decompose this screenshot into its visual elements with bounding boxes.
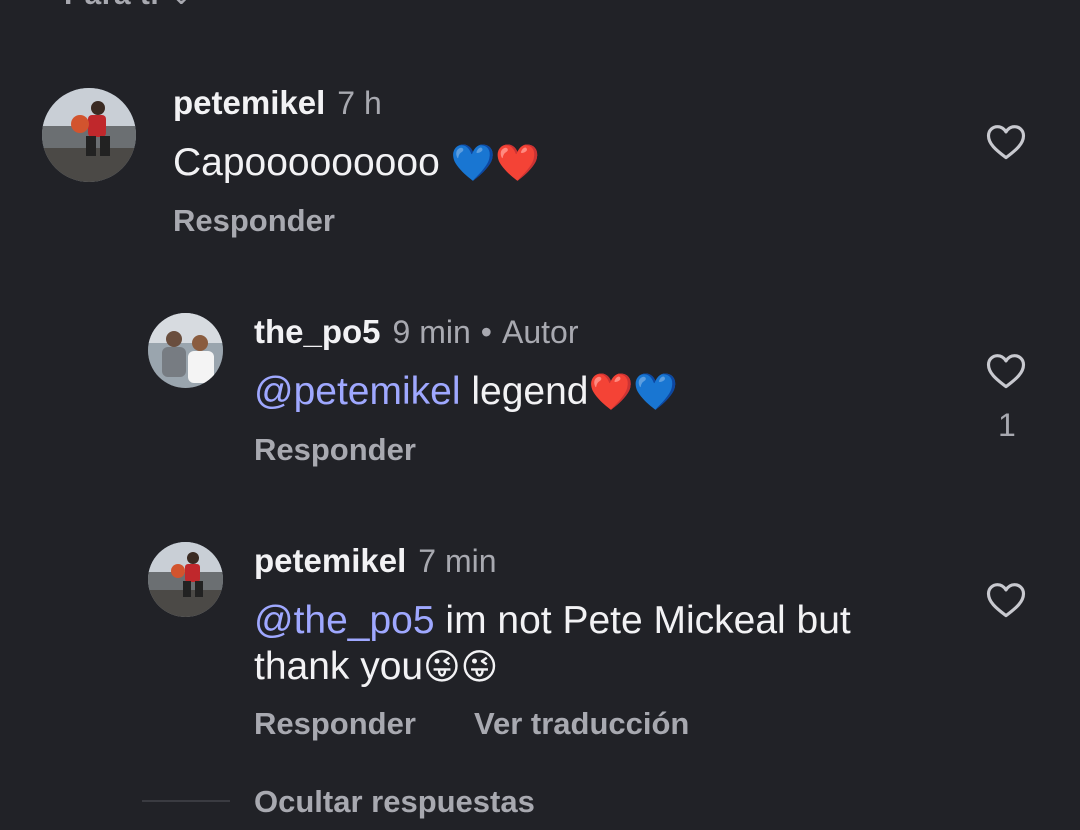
comment-text: @the_po5 im not Pete Mickeal but thank y… bbox=[254, 598, 851, 691]
emoji-hearts: 💙❤️ bbox=[450, 143, 541, 184]
author-badge: Autor bbox=[501, 314, 579, 350]
comments-thread: Para ti ⌄ petemikel 7 h Capooooooooo 💙❤️ R… bbox=[0, 0, 1080, 830]
sort-filter-label: Para ti bbox=[64, 0, 159, 11]
comment-body: legend bbox=[471, 370, 589, 413]
username[interactable]: the_po5 bbox=[254, 313, 381, 350]
comment-header: the_po5 9 min • Autor bbox=[254, 315, 578, 348]
username[interactable]: petemikel bbox=[254, 542, 406, 579]
avatar[interactable] bbox=[148, 313, 223, 388]
emoji-winking-tongue: 😜😜 bbox=[423, 647, 499, 688]
comment-body-line1: im not Pete Mickeal but bbox=[445, 599, 851, 642]
avatar-photo bbox=[42, 88, 136, 182]
hide-replies-divider bbox=[142, 800, 230, 802]
avatar-photo bbox=[148, 313, 223, 388]
chevron-down-icon: ⌄ bbox=[171, 0, 192, 10]
like-button[interactable] bbox=[985, 579, 1027, 619]
heart-outline-icon bbox=[986, 354, 1026, 389]
comment-header: petemikel 7 h bbox=[173, 86, 382, 119]
mention-link[interactable]: @the_po5 bbox=[254, 599, 435, 642]
avatar[interactable] bbox=[148, 542, 223, 617]
username[interactable]: petemikel bbox=[173, 84, 325, 121]
reply-button[interactable]: Responder bbox=[254, 708, 416, 739]
reply-button[interactable]: Responder bbox=[254, 434, 416, 465]
comment-text: Capooooooooo 💙❤️ bbox=[173, 140, 540, 187]
timestamp: 7 min bbox=[418, 543, 497, 579]
comment-header: petemikel 7 min bbox=[254, 544, 497, 577]
mention-link[interactable]: @petemikel bbox=[254, 370, 461, 413]
translate-button[interactable]: Ver traducción bbox=[474, 708, 689, 739]
like-count: 1 bbox=[998, 407, 1016, 443]
emoji-hearts: ❤️💙 bbox=[588, 372, 679, 413]
avatar[interactable] bbox=[42, 88, 136, 182]
hide-replies-button[interactable]: Ocultar respuestas bbox=[254, 786, 535, 817]
heart-outline-icon bbox=[986, 583, 1026, 618]
comment-text: @petemikel legend❤️💙 bbox=[254, 369, 678, 416]
like-button[interactable] bbox=[985, 350, 1027, 390]
separator-dot: • bbox=[480, 314, 492, 350]
comment-sort-filter[interactable]: Para ti ⌄ bbox=[64, 0, 192, 12]
reply-button[interactable]: Responder bbox=[173, 205, 335, 236]
comment-body: Capooooooooo bbox=[173, 141, 440, 184]
like-button[interactable] bbox=[985, 121, 1027, 161]
timestamp: 7 h bbox=[337, 85, 382, 121]
heart-outline-icon bbox=[986, 125, 1026, 160]
avatar-photo bbox=[148, 542, 223, 617]
timestamp: 9 min bbox=[392, 314, 471, 350]
comment-body-line2: thank you bbox=[254, 645, 424, 688]
